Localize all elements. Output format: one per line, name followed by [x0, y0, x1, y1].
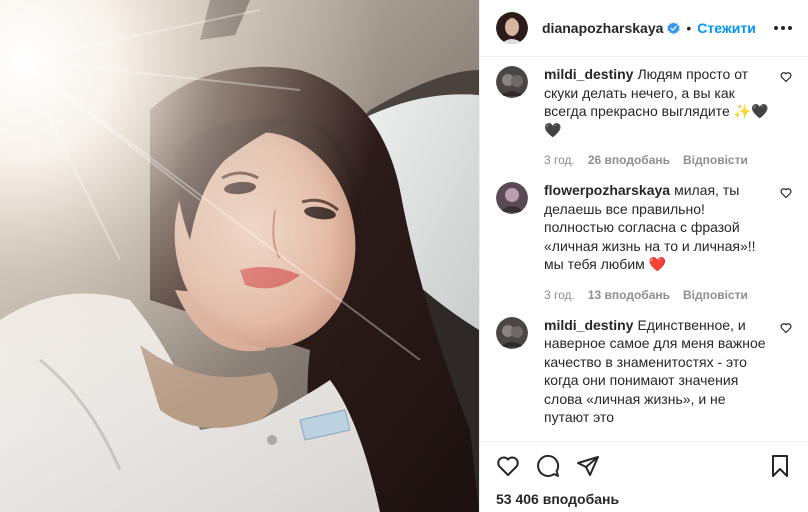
reply-button[interactable]: Відповісти: [683, 153, 748, 167]
selfie-image: [0, 0, 479, 512]
comment-text: mildi_destiny Единственное, и наверное са…: [544, 316, 770, 427]
comments-list[interactable]: mildi_destiny Людям просто от скуки делат…: [480, 57, 808, 441]
bookmark-icon[interactable]: [768, 454, 792, 478]
post-sidebar: dianapozharskaya • Стежити mildi_destiny…: [479, 0, 808, 512]
post-actions: 53 406 вподобань: [480, 441, 808, 512]
comment-username[interactable]: mildi_destiny: [544, 317, 633, 333]
commenter-avatar[interactable]: [496, 66, 528, 98]
comment-likes[interactable]: 26 вподобань: [588, 153, 670, 167]
comment-username[interactable]: mildi_destiny: [544, 66, 633, 82]
post-likes-count[interactable]: 53 406 вподобань: [496, 491, 792, 507]
comment-username[interactable]: flowerpozharskaya: [544, 182, 670, 198]
follow-button[interactable]: Стежити: [697, 20, 756, 36]
comment-time[interactable]: 3 год.: [544, 288, 575, 302]
comment-meta: 3 год. 13 вподобань Відповісти: [544, 288, 770, 302]
reply-button[interactable]: Відповісти: [683, 288, 748, 302]
instagram-post: dianapozharskaya • Стежити mildi_destiny…: [0, 0, 808, 512]
comment-text: flowerpozharskaya милая, ты делаешь все п…: [544, 181, 770, 274]
share-icon[interactable]: [576, 454, 600, 478]
comment-icon[interactable]: [536, 454, 560, 478]
header-separator: •: [686, 20, 692, 36]
post-header: dianapozharskaya • Стежити: [480, 0, 808, 57]
verified-icon: [667, 21, 681, 35]
comment-text: mildi_destiny Людям просто от скуки делат…: [544, 65, 770, 139]
more-options-icon[interactable]: [774, 20, 792, 36]
comment-item: mildi_destiny Единственное, и наверное са…: [496, 316, 792, 427]
post-photo[interactable]: [0, 0, 479, 512]
small-heart-icon[interactable]: [780, 187, 792, 199]
comment-meta: 3 год. 26 вподобань Відповісти: [544, 153, 770, 167]
action-icons: [496, 454, 792, 478]
comment-item: mildi_destiny Людям просто от скуки делат…: [496, 65, 792, 167]
comment-item: flowerpozharskaya милая, ты делаешь все п…: [496, 181, 792, 302]
comment-time[interactable]: 3 год.: [544, 153, 575, 167]
small-heart-icon[interactable]: [780, 322, 792, 334]
small-heart-icon[interactable]: [780, 71, 792, 83]
heart-icon[interactable]: [496, 454, 520, 478]
author-avatar[interactable]: [496, 12, 528, 44]
commenter-avatar[interactable]: [496, 316, 528, 349]
author-username[interactable]: dianapozharskaya: [542, 20, 663, 36]
comment-likes[interactable]: 13 вподобань: [588, 288, 670, 302]
commenter-avatar[interactable]: [496, 182, 528, 214]
